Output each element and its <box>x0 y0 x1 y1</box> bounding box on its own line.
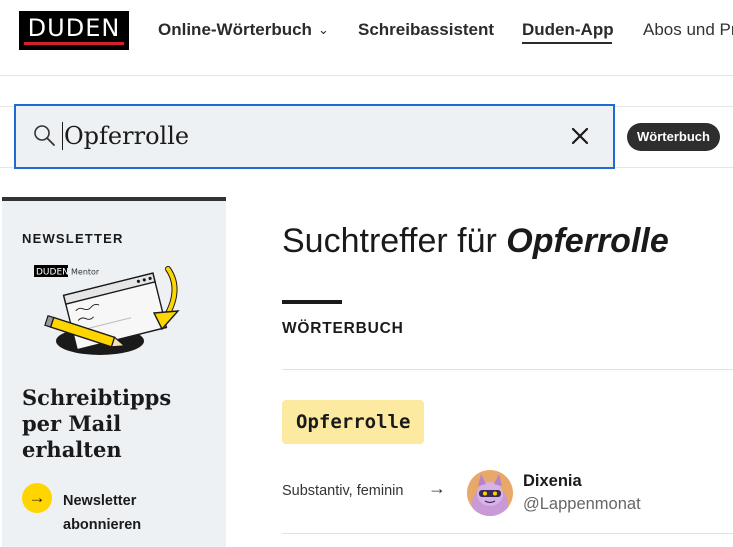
site-header: DUDEN Online-Wörterbuch ⌄ Schreibassisten… <box>0 0 733 76</box>
filter-woerterbuch-button[interactable]: Wörterbuch <box>627 123 720 151</box>
search-value: Opferrolle <box>62 122 190 150</box>
user-name[interactable]: Dixenia <box>523 472 582 491</box>
newsletter-kicker: NEWSLETTER <box>22 231 124 246</box>
user-avatar[interactable] <box>467 470 513 516</box>
logo-text: DUDEN <box>27 14 121 42</box>
search-icon <box>34 125 55 146</box>
search-input[interactable]: Opferrolle <box>14 104 615 169</box>
result-divider <box>282 533 733 534</box>
section-divider <box>282 369 733 370</box>
logo-underline <box>24 42 124 45</box>
newsletter-panel: NEWSLETTER DUDEN Mentor Schreibtipps per… <box>2 197 226 547</box>
page-title-term: Opferrolle <box>506 222 669 260</box>
arrow-right-icon: → <box>22 483 52 513</box>
close-icon[interactable] <box>570 126 590 146</box>
page-title-prefix: Suchtreffer für <box>282 222 497 260</box>
chevron-down-icon: ⌄ <box>317 22 329 37</box>
result-word-link[interactable]: Opferrolle <box>282 400 425 444</box>
nav-item-schreibassistent[interactable]: Schreibassistent <box>358 20 494 40</box>
nav-item-label: Schreibassistent <box>358 20 495 39</box>
nav-item-abos[interactable]: Abos und Pr <box>643 20 733 40</box>
section-accent-bar <box>282 300 342 304</box>
arrow-right-icon: → <box>428 478 446 498</box>
active-nav-underline <box>522 42 612 44</box>
nav-item-label: Duden-App <box>522 20 614 39</box>
section-label: WÖRTERBUCH <box>282 320 404 337</box>
nav-item-online-woerterbuch[interactable]: Online-Wörterbuch ⌄ <box>158 20 329 40</box>
duden-logo[interactable]: DUDEN <box>19 11 129 50</box>
nav-item-label: Abos und Pr <box>643 20 733 39</box>
nav-item-label: Online-Wörterbuch <box>158 20 312 39</box>
illus-brand-suffix: Mentor <box>71 268 100 277</box>
newsletter-illustration: DUDEN Mentor <box>34 265 180 355</box>
page-title: Suchtreffer für Opferrolle <box>282 222 669 261</box>
result-word-class: Substantiv, feminin <box>282 483 404 499</box>
illus-brand-text: DUDEN <box>36 268 69 278</box>
nav-item-duden-app[interactable]: Duden-App <box>522 20 614 40</box>
newsletter-cta-label: Newsletter abonnieren <box>63 493 142 533</box>
newsletter-title: Schreibtipps per Mail erhalten <box>22 385 172 462</box>
user-handle: @Lappenmonat <box>523 495 641 513</box>
